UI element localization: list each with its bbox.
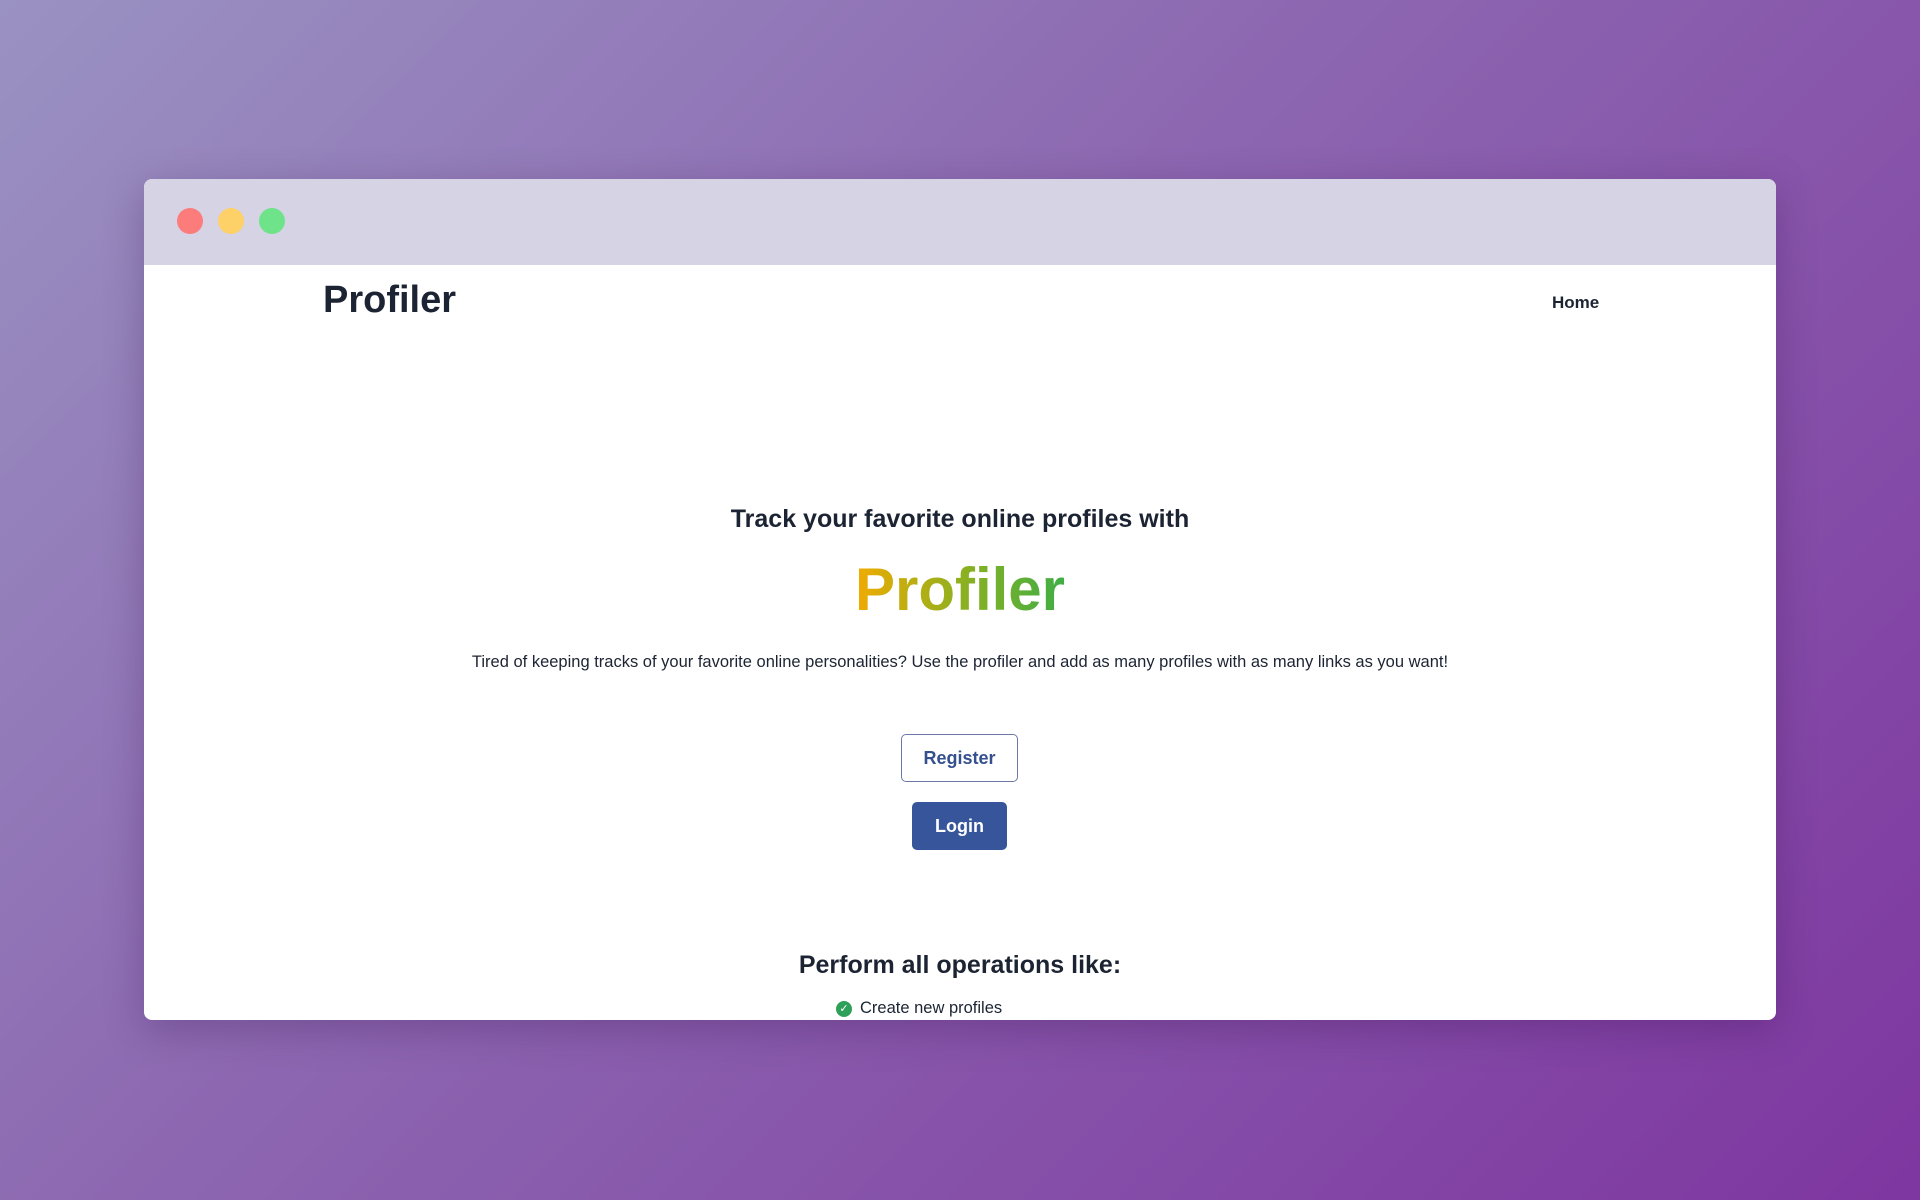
login-button[interactable]: Login <box>912 802 1007 850</box>
hero-brand: Profiler <box>144 555 1776 624</box>
feature-label: Create new profiles <box>860 999 1003 1017</box>
nav-home-link[interactable]: Home <box>1552 293 1599 313</box>
hero-description: Tired of keeping tracks of your favorite… <box>471 653 1449 671</box>
check-circle-icon: ✓ <box>836 1000 852 1017</box>
hero-heading: Track your favorite online profiles with <box>730 505 1190 533</box>
close-window-button[interactable] <box>177 208 203 234</box>
features-heading: Perform all operations like: <box>798 951 1122 979</box>
maximize-window-button[interactable] <box>259 208 285 234</box>
brand-logo[interactable]: Profiler <box>323 279 456 322</box>
title-bar <box>144 179 1776 265</box>
register-button[interactable]: Register <box>901 734 1018 782</box>
page-content: Profiler Home Track your favorite online… <box>144 265 1776 1020</box>
feature-list-item: ✓ Create new profiles <box>836 999 1002 1018</box>
browser-window: Profiler Home Track your favorite online… <box>144 179 1776 1020</box>
hero-brand-text: Profiler <box>854 556 1066 623</box>
minimize-window-button[interactable] <box>218 208 244 234</box>
